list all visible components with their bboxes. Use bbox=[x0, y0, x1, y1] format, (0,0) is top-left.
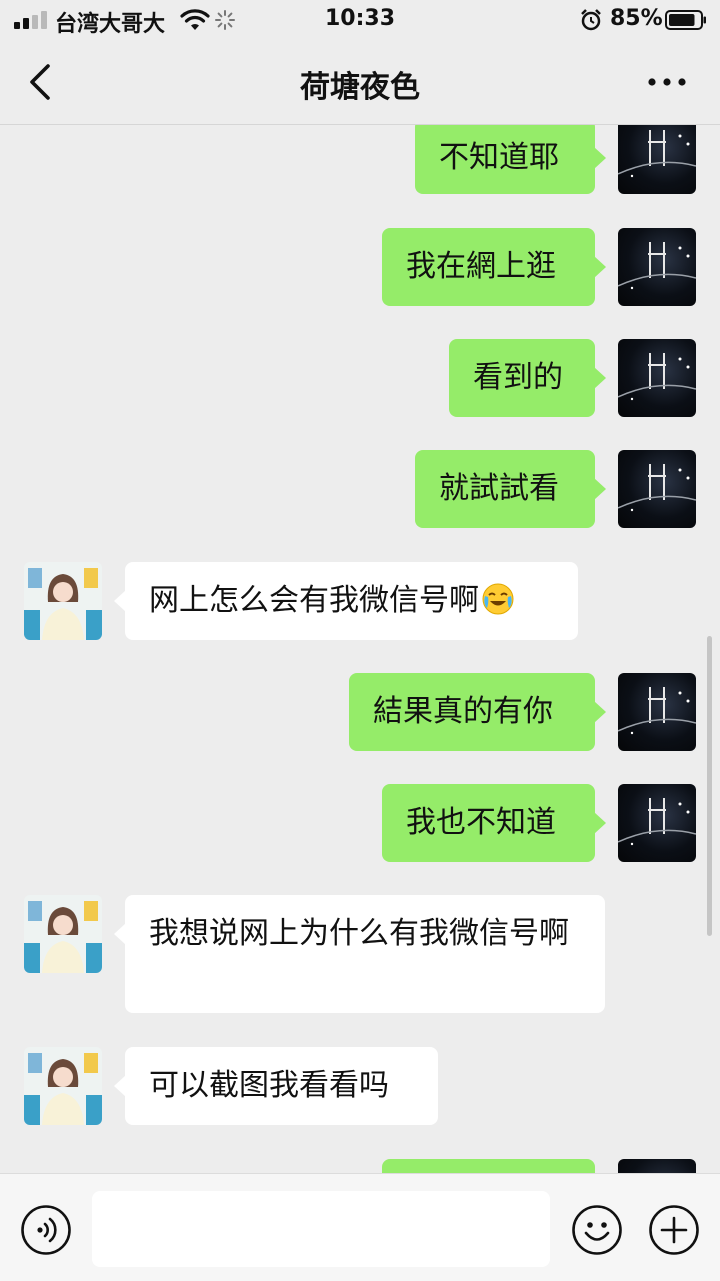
message-text: 就試試看 bbox=[439, 471, 559, 506]
message-bubble[interactable]: 我在網上逛 bbox=[382, 228, 606, 306]
message-outgoing: 就試試看 bbox=[0, 450, 720, 528]
message-outgoing bbox=[0, 1159, 720, 1173]
message-outgoing: 我也不知道 bbox=[0, 784, 720, 862]
message-bubble[interactable]: 看到的 bbox=[449, 339, 606, 417]
message-text: 不知道耶 bbox=[439, 140, 559, 175]
my-avatar[interactable] bbox=[618, 784, 696, 862]
my-avatar[interactable] bbox=[618, 450, 696, 528]
emoji-icon[interactable] bbox=[571, 1204, 623, 1256]
chat-header: 荷塘夜色 bbox=[0, 40, 720, 125]
input-bar bbox=[0, 1173, 720, 1281]
message-text: 网上怎么会有我微信号啊 bbox=[149, 583, 479, 618]
message-outgoing: 看到的 bbox=[0, 339, 720, 417]
more-dots-icon[interactable] bbox=[645, 68, 689, 96]
my-avatar[interactable] bbox=[618, 1159, 696, 1173]
contact-avatar[interactable] bbox=[24, 895, 102, 973]
message-bubble[interactable]: 可以截图我看看吗 bbox=[114, 1047, 438, 1125]
message-text: 可以截图我看看吗 bbox=[149, 1068, 389, 1103]
my-avatar[interactable] bbox=[618, 228, 696, 306]
message-input[interactable] bbox=[92, 1191, 550, 1267]
message-text: 我想说网上为什么有我微信号啊 bbox=[149, 916, 569, 951]
message-list[interactable]: 不知道耶 我在網上逛 看到的 就試試看 网上怎么会有我微信号啊 結果真的有你 我… bbox=[0, 125, 720, 1173]
message-text: 結果真的有你 bbox=[373, 694, 553, 729]
message-content: 网上怎么会有我微信号啊 bbox=[149, 562, 554, 639]
message-text: 看到的 bbox=[473, 360, 563, 395]
message-bubble[interactable] bbox=[382, 1159, 595, 1173]
scrollbar[interactable] bbox=[707, 636, 712, 936]
message-bubble[interactable]: 网上怎么会有我微信号啊 bbox=[114, 562, 578, 640]
message-bubble[interactable]: 不知道耶 bbox=[415, 125, 606, 194]
message-text bbox=[406, 1159, 571, 1173]
message-bubble[interactable]: 就試試看 bbox=[415, 450, 606, 528]
alarm-clock-icon bbox=[581, 9, 601, 31]
message-incoming: 网上怎么会有我微信号啊 bbox=[0, 562, 720, 640]
message-bubble[interactable]: 結果真的有你 bbox=[349, 673, 606, 751]
my-avatar[interactable] bbox=[618, 339, 696, 417]
message-incoming: 可以截图我看看吗 bbox=[0, 1047, 720, 1125]
my-avatar[interactable] bbox=[618, 673, 696, 751]
message-outgoing: 不知道耶 bbox=[0, 125, 720, 197]
battery-percent: 85% bbox=[610, 6, 663, 31]
message-outgoing: 我在網上逛 bbox=[0, 228, 720, 306]
message-text: 我也不知道 bbox=[406, 805, 556, 840]
crying-laughing-emoji bbox=[482, 583, 514, 615]
contact-avatar[interactable] bbox=[24, 562, 102, 640]
my-avatar[interactable] bbox=[618, 125, 696, 194]
message-text: 我在網上逛 bbox=[406, 249, 556, 284]
message-bubble[interactable]: 我想说网上为什么有我微信号啊 bbox=[114, 895, 605, 1013]
message-incoming: 我想说网上为什么有我微信号啊 bbox=[0, 895, 720, 1013]
message-outgoing: 結果真的有你 bbox=[0, 673, 720, 751]
message-bubble[interactable]: 我也不知道 bbox=[382, 784, 606, 862]
voice-input-icon[interactable] bbox=[20, 1204, 72, 1256]
plus-icon[interactable] bbox=[648, 1204, 700, 1256]
chat-title: 荷塘夜色 bbox=[300, 70, 420, 105]
battery-icon bbox=[665, 10, 706, 30]
contact-avatar[interactable] bbox=[24, 1047, 102, 1125]
status-bar: 台湾大哥大 10:33 85% bbox=[0, 0, 720, 40]
